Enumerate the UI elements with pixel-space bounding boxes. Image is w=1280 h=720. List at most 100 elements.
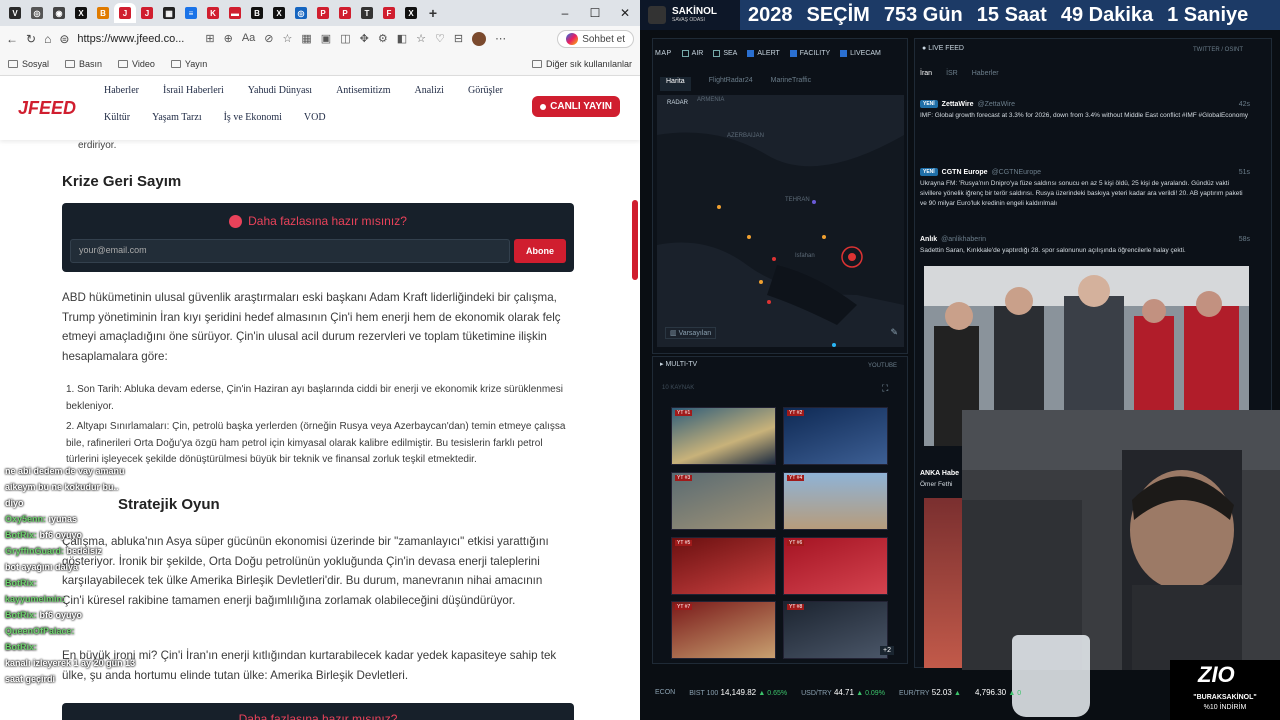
nav-item[interactable]: İsrail Haberleri [163,85,224,96]
extension-icon[interactable]: ▦ [301,32,311,46]
edit-icon[interactable]: ✎ [890,327,898,338]
feed-item[interactable]: YENİ CGTN Europe @CGTNEurope 51s Ukrayna FM… [920,168,1250,209]
browser-tab[interactable]: P [334,3,356,23]
nav-item[interactable]: VOD [304,112,326,123]
nav-item[interactable]: Yaşam Tarzı [152,112,201,123]
feed-item[interactable]: Anlık @anlikhaberin 58s Sadettin Saran, Kı… [920,236,1250,256]
browser-tab[interactable]: B [246,3,268,23]
browser-tab[interactable]: F [378,3,400,23]
browser-tab[interactable]: K [202,3,224,23]
browser-tab[interactable]: ◎ [290,3,312,23]
browser-tab[interactable]: ▦ [158,3,180,23]
browser-tab[interactable]: P [312,3,334,23]
tv-tile[interactable]: YT #7 [671,601,776,659]
browser-tab[interactable]: V [4,3,26,23]
site-logo[interactable]: JFEED [18,98,76,119]
refresh-icon[interactable]: ↻ [26,32,36,46]
puzzle-icon[interactable]: ⚙ [378,32,388,46]
extension-icon[interactable]: ◫ [340,32,350,46]
radar-map[interactable]: RADAR ARMENIA AZERBAIJAN TEHRAN Isfahan … [657,95,904,347]
bookmark-folder[interactable]: Yayın [170,59,207,69]
tv-tile[interactable]: YT #5 [671,537,776,595]
browser-tab[interactable]: B [92,3,114,23]
browser-tab[interactable]: ◎ [26,3,48,23]
tab-marinetraffic[interactable]: MarineTraffic [771,77,811,91]
feed-item[interactable]: YENİ ZettaWire @ZettaWire 42s IMF: Global g… [920,100,1250,121]
more-icon[interactable]: ⋯ [495,32,506,46]
browser-tab[interactable]: ≡ [180,3,202,23]
favorite-icon[interactable]: ☆ [283,32,293,46]
extension-icon[interactable]: ✥ [360,32,369,46]
browser-tab[interactable]: J [136,3,158,23]
tab-harita[interactable]: Harita [660,77,691,91]
scrollbar-thumb[interactable] [632,200,638,280]
lock-icon[interactable]: ⊜ [59,32,69,46]
read-icon[interactable]: Aa [242,32,255,46]
bookmark-folder-other[interactable]: Diğer sık kullanılanlar [531,59,632,69]
map-marker[interactable] [747,235,751,239]
nav-item[interactable]: Haberler [104,85,139,96]
avatar[interactable] [472,32,487,46]
map-marker[interactable] [822,235,826,239]
layer-toggle-sea[interactable]: SEA [713,49,737,57]
tv-tile[interactable]: YT #3 [671,472,776,530]
browser-tab[interactable]: X [70,3,92,23]
nav-item[interactable]: İş ve Ekonomi [224,112,282,123]
new-tab-button[interactable]: + [422,3,444,23]
tv-tile[interactable]: YT #8 [783,601,888,659]
feed-item[interactable]: ANKA Habe Ömer Fethi [920,470,960,490]
browser-tab[interactable]: ▬ [224,3,246,23]
layer-toggle-facility[interactable]: FACILITY [789,49,830,57]
live-broadcast-button[interactable]: CANLI YAYIN [532,96,620,117]
home-icon[interactable]: ⌂ [44,32,51,46]
favorites-icon[interactable]: ☆ [416,32,426,46]
layer-toggle-livecam[interactable]: LIVECAM [840,49,881,57]
tv-tile[interactable]: YT #4 [783,472,888,530]
more-sources-badge[interactable]: +2 [880,646,894,655]
feed-photo-2[interactable] [924,498,964,668]
nav-item[interactable]: Yahudi Dünyası [248,85,312,96]
tab-isr[interactable]: İSR [946,70,958,77]
zoom-icon[interactable]: ⊕ [224,32,233,46]
tab-haberler[interactable]: Haberler [972,70,999,77]
tab-iran[interactable]: İran [920,70,932,77]
layer-toggle-air[interactable]: AIR [681,49,703,57]
map-marker[interactable] [717,205,721,209]
close-icon[interactable]: ✕ [610,6,640,20]
nav-item[interactable]: Analizi [415,85,444,96]
bookmark-folder[interactable]: Sosyal [8,59,49,69]
bookmark-folder[interactable]: Basın [65,59,102,69]
translate-icon[interactable]: ⊘ [264,32,273,46]
email-field[interactable]: your@email.com [70,239,510,263]
browser-tab[interactable]: T [356,3,378,23]
tab-flightradar[interactable]: FlightRadar24 [709,77,753,91]
tv-tile[interactable]: YT #1 [671,407,776,465]
copilot-chat-button[interactable]: Sohbet et [557,30,634,48]
tv-tile[interactable]: YT #2 [783,407,888,465]
map-marker[interactable] [759,280,763,284]
browser-tab[interactable]: ◉ [48,3,70,23]
subscribe-button[interactable]: Abone [514,239,566,263]
nav-item[interactable]: Kültür [104,112,130,123]
back-icon[interactable]: ← [6,32,18,46]
url-field[interactable]: https://www.jfeed.co... [77,33,197,45]
map-marker[interactable] [812,200,816,204]
browser-tab[interactable]: X [268,3,290,23]
browser-tab[interactable]: X [400,3,422,23]
nav-item[interactable]: Antisemitizm [336,85,390,96]
minimize-icon[interactable]: – [550,6,580,20]
map-preset-button[interactable]: ▥ Varsayılan [665,327,717,339]
app-icon[interactable]: ⊞ [205,32,214,46]
bookmark-folder[interactable]: Video [118,59,155,69]
map-marker[interactable] [832,343,836,347]
collections-icon[interactable]: ⊟ [454,32,463,46]
browser-tab[interactable]: J [114,3,136,23]
nav-item[interactable]: Görüşler [468,85,503,96]
tv-tile[interactable]: YT #6 [783,537,888,595]
map-marker[interactable] [772,257,776,261]
layer-toggle-alert[interactable]: ALERT [747,49,780,57]
expand-icon[interactable]: ⛶ [882,383,888,394]
maximize-icon[interactable]: ☐ [580,6,610,20]
heart-icon[interactable]: ♡ [435,32,445,46]
split-icon[interactable]: ◧ [397,32,407,46]
